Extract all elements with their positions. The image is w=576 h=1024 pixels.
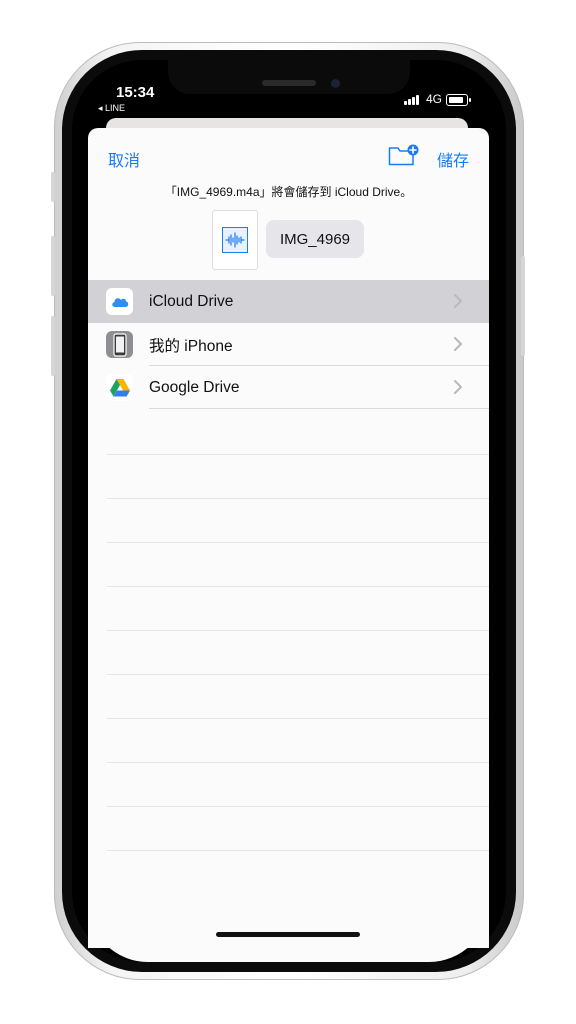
- chevron-right-icon: [454, 337, 462, 351]
- network-type: 4G: [426, 92, 443, 106]
- iphone-icon: [106, 331, 133, 358]
- empty-row-divider: [107, 630, 489, 631]
- empty-row-divider: [107, 718, 489, 719]
- empty-row-divider: [107, 806, 489, 807]
- battery-icon: [446, 94, 471, 106]
- cancel-button[interactable]: 取消: [108, 147, 140, 171]
- power-button: [521, 256, 525, 356]
- save-sheet: 取消 儲存 「IMG_4969.m4a」將會儲存到 iCloud Drive。 …: [88, 128, 489, 948]
- icloud-icon: [106, 288, 133, 315]
- mute-switch: [51, 172, 55, 202]
- back-to-app-link[interactable]: ◂ LINE: [98, 103, 125, 114]
- empty-row-divider: [107, 498, 489, 499]
- notch: [168, 60, 410, 94]
- save-button[interactable]: 儲存: [437, 147, 469, 171]
- google-drive-icon: [106, 374, 133, 401]
- location-label: iCloud Drive: [149, 292, 234, 310]
- cellular-signal-icon: [404, 95, 419, 105]
- folder-plus-icon: [388, 144, 419, 166]
- front-camera: [331, 79, 340, 88]
- empty-row-divider: [107, 586, 489, 587]
- empty-row-divider: [107, 674, 489, 675]
- empty-row-divider: [107, 762, 489, 763]
- earpiece-speaker: [262, 80, 316, 86]
- new-folder-button[interactable]: [388, 144, 420, 166]
- audio-waveform-icon: [222, 227, 248, 253]
- file-thumbnail: [212, 210, 258, 270]
- save-destination-message: 「IMG_4969.m4a」將會儲存到 iCloud Drive。: [164, 185, 413, 199]
- volume-up-button: [51, 236, 55, 296]
- empty-row-divider: [107, 542, 489, 543]
- chevron-right-icon: [454, 380, 462, 394]
- location-item-google-drive[interactable]: Google Drive: [88, 366, 489, 409]
- location-list: iCloud Drive 我的 iPhone Google Drive: [88, 280, 489, 409]
- location-item-icloud-drive[interactable]: iCloud Drive: [88, 280, 489, 323]
- chevron-right-icon: [454, 294, 462, 308]
- empty-row-divider: [107, 850, 489, 851]
- empty-row-divider: [107, 454, 489, 455]
- location-item-my-iphone[interactable]: 我的 iPhone: [88, 323, 489, 366]
- row-divider: [149, 408, 489, 409]
- home-indicator[interactable]: [216, 932, 360, 937]
- file-name-field[interactable]: IMG_4969: [266, 220, 364, 258]
- status-time: 15:34: [116, 84, 155, 101]
- volume-down-button: [51, 316, 55, 376]
- location-label: 我的 iPhone: [149, 337, 233, 355]
- location-label: Google Drive: [149, 378, 240, 396]
